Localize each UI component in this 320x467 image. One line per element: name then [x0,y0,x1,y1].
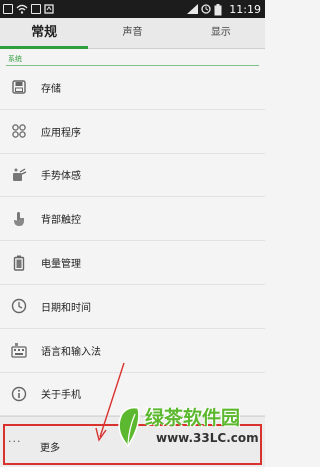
image-icon [31,4,41,14]
tab-display[interactable]: 显示 [177,18,265,48]
settings-list: 存储 应用程序 手势体感 背部触控 电量管理 日期和时间 语言和输入法 关于手机 [0,66,265,417]
alarm-icon [201,4,211,14]
apps-icon [11,123,27,139]
tab-sound[interactable]: 声音 [88,18,176,48]
storage-icon [11,79,27,95]
battery-management-icon [11,255,27,271]
tab-general[interactable]: 常规 [0,18,88,48]
watermark-url: www.33LC.com [156,431,259,445]
clock-icon [11,298,27,314]
status-time: 11:19 [229,2,261,16]
section-title: 系统 [8,55,22,63]
info-icon [11,386,27,402]
battery-icon [214,4,224,16]
menu-item-apps[interactable]: 应用程序 [0,110,265,154]
watermark-title: 绿茶软件园 [145,407,241,429]
menu-item-label: 存储 [41,83,61,95]
back-touch-icon [11,211,27,227]
menu-item-back-touch[interactable]: 背部触控 [0,197,265,242]
menu-item-storage[interactable]: 存储 [0,66,265,110]
tab-bar: 常规 声音 显示 [0,18,265,48]
watermark: 绿茶软件园 www.33LC.com [110,402,265,458]
notification-icon [3,4,13,14]
gesture-icon [11,167,27,183]
active-tab-indicator [0,46,88,49]
menu-item-label: 关于手机 [41,390,81,402]
menu-item-gesture[interactable]: 手势体感 [0,154,265,198]
menu-item-label: 电量管理 [41,259,81,271]
status-bar: 11:19 [0,0,265,18]
keyboard-icon [11,342,27,358]
menu-item-date-time[interactable]: 日期和时间 [0,285,265,329]
menu-item-label: 手势体感 [41,171,81,183]
watermark-logo-icon [118,406,140,448]
wifi-icon [16,4,28,14]
cellular-icon [187,4,199,14]
signal-icon [44,4,54,14]
menu-item-label: 语言和输入法 [41,346,101,358]
menu-item-language-input[interactable]: 语言和输入法 [0,329,265,373]
menu-item-label: 日期和时间 [41,302,91,314]
menu-item-label: 背部触控 [41,215,81,227]
menu-item-label: 应用程序 [41,127,81,139]
menu-item-battery[interactable]: 电量管理 [0,241,265,285]
